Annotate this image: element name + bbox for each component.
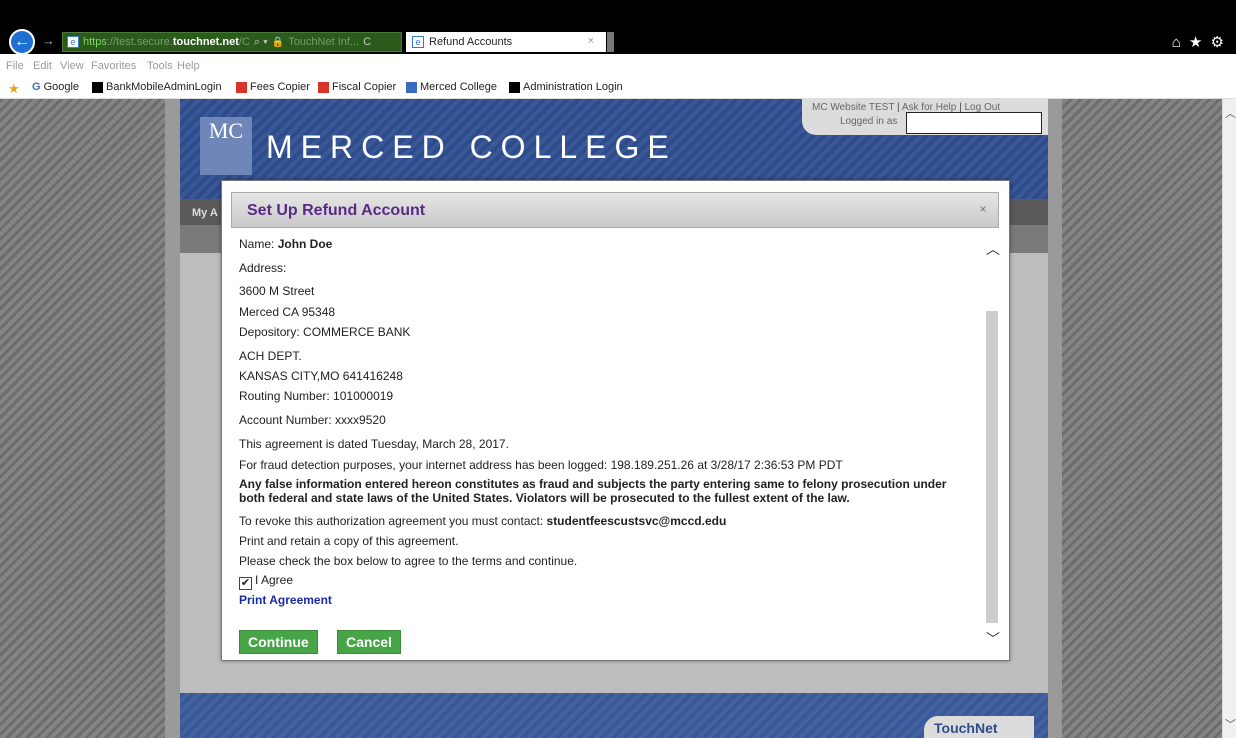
- cancel-button[interactable]: Cancel: [337, 630, 401, 654]
- check-instruction: Please check the box below to agree to t…: [239, 554, 578, 568]
- scroll-up-icon[interactable]: ︿: [986, 239, 1000, 259]
- site-footer: TouchNet: [180, 693, 1048, 738]
- favorite-google[interactable]: G Google: [32, 81, 79, 93]
- favorite-administration-login[interactable]: Administration Login: [509, 81, 623, 93]
- name-label: Name:: [239, 237, 275, 251]
- favorite-bankmobile[interactable]: BankMobileAdminLogin: [92, 81, 222, 93]
- close-icon[interactable]: ×: [976, 202, 990, 216]
- name-line: Name: John Doe: [239, 237, 332, 251]
- routing-number: Routing Number: 101000019: [239, 389, 394, 403]
- address-path: /C: [238, 36, 250, 48]
- page-icon: e: [67, 36, 79, 48]
- copier-icon: [236, 81, 247, 93]
- site-utility-bar: MC Website TEST | Ask for Help | Log Out…: [802, 99, 1048, 135]
- modal-content: Name: John Doe Address: 3600 M Street Me…: [232, 231, 974, 661]
- menu-tools[interactable]: Tools: [147, 60, 173, 72]
- scroll-up-icon[interactable]: ︿: [1225, 105, 1236, 121]
- new-tab-button[interactable]: [607, 32, 614, 52]
- page-scrollbar[interactable]: ︿ ﹀: [1222, 99, 1236, 738]
- print-agreement-link[interactable]: Print Agreement: [239, 593, 332, 607]
- tab-title: Refund Accounts: [429, 36, 513, 48]
- merced-logo[interactable]: MC: [200, 117, 252, 175]
- favorites-star-icon[interactable]: ★: [8, 81, 20, 97]
- forward-arrow-icon[interactable]: →: [42, 33, 55, 48]
- redacted-username: [906, 112, 1042, 134]
- favorites-bar: ★ G Google BankMobileAdminLogin Fees Copi…: [0, 76, 1236, 99]
- google-icon: G: [32, 81, 41, 93]
- menu-edit[interactable]: Edit: [33, 60, 52, 72]
- scroll-down-icon[interactable]: ﹀: [1225, 716, 1236, 732]
- tab-refund-accounts[interactable]: e Refund Accounts ×: [406, 32, 606, 52]
- nav-my-account[interactable]: My A: [192, 207, 218, 219]
- print-retain: Print and retain a copy of this agreemen…: [239, 534, 459, 548]
- admin-icon: [509, 81, 520, 93]
- modal-title: Set Up Refund Account: [247, 202, 426, 219]
- menu-favorites[interactable]: Favorites: [91, 60, 136, 72]
- touchnet-logo: TouchNet: [924, 716, 1034, 738]
- fraud-notice: For fraud detection purposes, your inter…: [239, 458, 843, 472]
- certificate-label[interactable]: TouchNet Inf...: [288, 36, 359, 48]
- bank-line2: KANSAS CITY,MO 641416248: [239, 369, 403, 383]
- revoke-email: studentfeescustsvc@mccd.edu: [546, 514, 727, 528]
- bankmobile-icon: [92, 81, 103, 93]
- address-line1: 3600 M Street: [239, 284, 315, 298]
- name-value: John Doe: [277, 237, 333, 251]
- revoke-line: To revoke this authorization agreement y…: [239, 514, 726, 528]
- search-dropdown-icon[interactable]: ⌕ ▾: [254, 36, 268, 49]
- site-name: MERCED COLLEGE: [266, 129, 677, 165]
- address-bar[interactable]: e https://test.secure.touchnet.net/C ⌕ ▾…: [62, 32, 402, 52]
- scroll-down-icon[interactable]: ﹀: [986, 629, 1000, 649]
- browser-top-bar: ← → e https://test.secure.touchnet.net/C…: [0, 0, 1236, 55]
- lock-icon[interactable]: 🔒: [272, 37, 284, 48]
- home-star-gear-icons[interactable]: ⌂ ★ ⚙: [1172, 33, 1226, 51]
- menu-help[interactable]: Help: [177, 60, 200, 72]
- tab-close-icon[interactable]: ×: [588, 35, 594, 47]
- refund-account-modal: Set Up Refund Account × Name: John Doe A…: [221, 180, 1010, 661]
- favorite-fees-copier[interactable]: Fees Copier: [236, 81, 310, 93]
- agree-label[interactable]: I Agree: [255, 573, 293, 587]
- menu-file[interactable]: File: [6, 60, 24, 72]
- logged-in-label: Logged in as: [840, 116, 898, 127]
- refresh-icon[interactable]: C: [363, 36, 371, 48]
- back-arrow-icon[interactable]: ←: [9, 29, 35, 55]
- depository: Depository: COMMERCE BANK: [239, 325, 411, 339]
- continue-button[interactable]: Continue: [239, 630, 318, 654]
- tab-page-icon: e: [412, 36, 424, 48]
- address-label: Address:: [239, 261, 287, 275]
- account-number: Account Number: xxxx9520: [239, 413, 386, 427]
- address-line2: Merced CA 95348: [239, 305, 336, 319]
- agree-row[interactable]: ✔ I Agree: [239, 573, 293, 590]
- modal-scrollbar[interactable]: ︿ ﹀: [984, 239, 1001, 649]
- favorite-merced-college[interactable]: Merced College: [406, 81, 497, 93]
- legal-warning: Any false information entered hereon con…: [239, 477, 947, 505]
- address-https: https: [83, 36, 107, 48]
- scroll-thumb[interactable]: [986, 311, 998, 623]
- favorite-fiscal-copier[interactable]: Fiscal Copier: [318, 81, 396, 93]
- address-host: touchnet.net: [172, 36, 239, 48]
- agreement-date: This agreement is dated Tuesday, March 2…: [239, 437, 509, 451]
- revoke-text: To revoke this authorization agreement y…: [239, 514, 544, 528]
- merced-icon: [406, 81, 417, 93]
- site-label[interactable]: MC Website TEST: [812, 102, 894, 113]
- copier-icon: [318, 81, 329, 93]
- modal-header: Set Up Refund Account ×: [231, 192, 999, 228]
- menu-view[interactable]: View: [60, 60, 84, 72]
- address-host-prefix: ://test.secure.: [106, 36, 173, 48]
- agree-checkbox[interactable]: ✔: [239, 577, 252, 590]
- menu-bar: File Edit View Favorites Tools Help: [0, 54, 1236, 76]
- bank-line1: ACH DEPT.: [239, 349, 302, 363]
